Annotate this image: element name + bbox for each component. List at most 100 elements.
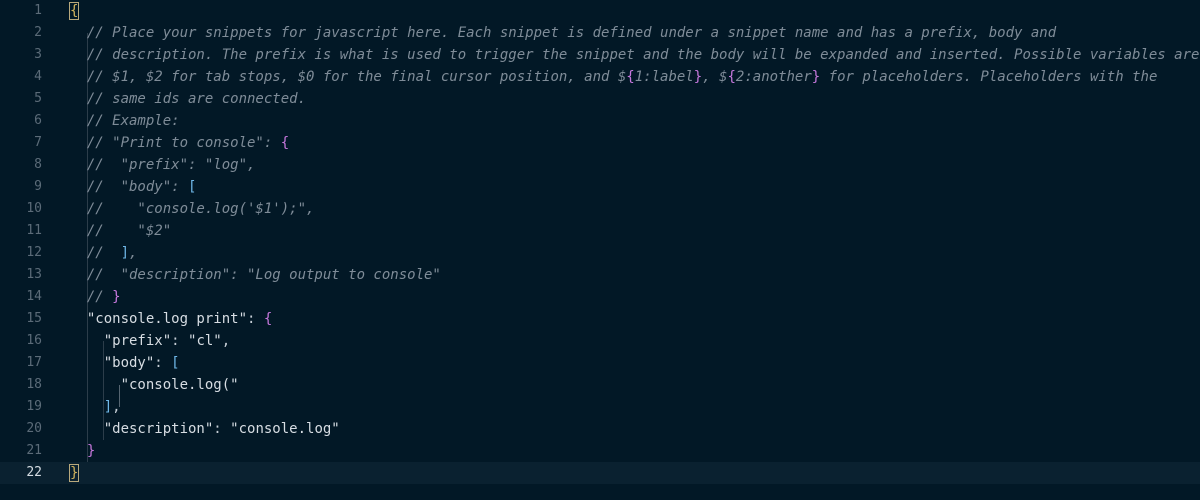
matched-bracket: } (68, 464, 80, 482)
code-token: // "prefix": "log", (86, 157, 256, 173)
code-line[interactable]: 21 } (0, 440, 1200, 462)
line-number: 21 (26, 443, 42, 458)
line-content[interactable]: // "console.log('$1');", (70, 198, 315, 220)
code-line[interactable]: 14 // } (0, 286, 1200, 308)
code-token: "console.log" (230, 421, 340, 437)
code-line[interactable]: 7 // "Print to console": { (0, 132, 1200, 154)
line-content[interactable]: // "$2" (70, 220, 171, 242)
line-content[interactable]: // "description": "Log output to console… (70, 264, 441, 286)
code-token: } (112, 289, 121, 305)
code-token: , (129, 245, 138, 261)
line-content[interactable]: // } (70, 286, 121, 308)
code-line[interactable]: 9 // "body": [ (0, 176, 1200, 198)
line-content[interactable]: // $1, $2 for tab stops, $0 for the fina… (70, 66, 1158, 88)
line-number: 7 (34, 135, 42, 150)
code-token: "console.log(" (120, 377, 239, 393)
line-number: 8 (34, 157, 42, 172)
line-number: 17 (26, 355, 42, 370)
line-number: 16 (26, 333, 42, 348)
line-number: 14 (26, 289, 42, 304)
line-number: 19 (26, 399, 42, 414)
line-content[interactable]: "description": "console.log" (70, 418, 340, 440)
line-content[interactable]: // ], (70, 242, 138, 264)
line-content[interactable]: // Place your snippets for javascript he… (70, 22, 1056, 44)
code-line[interactable]: 4 // $1, $2 for tab stops, $0 for the fi… (0, 66, 1200, 88)
line-content[interactable]: } (70, 440, 95, 462)
code-token: // description. The prefix is what is us… (86, 47, 1200, 63)
code-line[interactable]: 10 // "console.log('$1');", (0, 198, 1200, 220)
code-line[interactable]: 5 // same ids are connected. (0, 88, 1200, 110)
code-token: // "Print to console": (86, 135, 281, 151)
code-line[interactable]: 17 "body": [ (0, 352, 1200, 374)
code-token: : (213, 421, 231, 437)
line-content[interactable]: "console.log print": { (70, 308, 272, 330)
code-token: "body" (103, 355, 155, 371)
code-token: } (86, 443, 96, 459)
code-line[interactable]: 15 "console.log print": { (0, 308, 1200, 330)
code-token: // "body": (86, 179, 189, 195)
code-token: ] (120, 245, 130, 261)
line-number: 12 (26, 245, 42, 260)
code-token: // $1, $2 for tab stops, $0 for the fina… (86, 69, 627, 85)
line-number: 1 (34, 3, 42, 18)
line-content[interactable]: "body": [ (70, 352, 180, 374)
code-line[interactable]: 16 "prefix": "cl", (0, 330, 1200, 352)
line-number: 9 (34, 179, 42, 194)
line-content[interactable]: ], (70, 396, 121, 418)
code-line[interactable]: 12 // ], (0, 242, 1200, 264)
code-token: // Place your snippets for javascript he… (86, 25, 1057, 41)
code-line[interactable]: 19 ], (0, 396, 1200, 418)
code-token: : (171, 333, 189, 349)
code-token: [ (171, 355, 180, 371)
line-content[interactable]: // Example: (70, 110, 180, 132)
code-token: for placeholders. Placeholders with the (820, 69, 1158, 85)
code-line[interactable]: 13 // "description": "Log output to cons… (0, 264, 1200, 286)
code-line[interactable]: 1{ (0, 0, 1200, 22)
line-number: 13 (26, 267, 42, 282)
code-token: 1:label (634, 69, 694, 85)
code-token: // "console.log('$1');", (86, 201, 315, 217)
code-token: : (154, 355, 172, 371)
code-line[interactable]: 11 // "$2" (0, 220, 1200, 242)
code-token: // "$2" (86, 223, 172, 239)
line-content[interactable]: } (68, 462, 80, 484)
code-token: // Example: (86, 113, 180, 129)
line-number: 22 (26, 465, 42, 480)
code-line[interactable]: 22} (0, 462, 1200, 484)
code-token: // (86, 245, 121, 261)
code-line[interactable]: 3 // description. The prefix is what is … (0, 44, 1200, 66)
code-line[interactable]: 20 "description": "console.log" (0, 418, 1200, 440)
line-content[interactable]: "prefix": "cl", (70, 330, 230, 352)
code-line[interactable]: 2 // Place your snippets for javascript … (0, 22, 1200, 44)
line-content[interactable]: // same ids are connected. (70, 88, 306, 110)
code-line[interactable]: 8 // "prefix": "log", (0, 154, 1200, 176)
code-line[interactable]: 6 // Example: (0, 110, 1200, 132)
code-token: "console.log print" (86, 311, 248, 327)
line-content[interactable]: // "Print to console": { (70, 132, 289, 154)
line-number: 5 (34, 91, 42, 106)
line-content[interactable]: "console.log(" (70, 374, 239, 396)
line-content[interactable]: // "prefix": "log", (70, 154, 256, 176)
code-token: } (811, 69, 821, 85)
code-token: "description" (103, 421, 214, 437)
line-content[interactable]: { (68, 0, 80, 22)
code-editor[interactable]: 1{2 // Place your snippets for javascrip… (0, 0, 1200, 500)
line-content[interactable]: // description. The prefix is what is us… (70, 44, 1200, 66)
matched-bracket: { (68, 2, 80, 20)
code-line[interactable]: 18 "console.log(" (0, 374, 1200, 396)
line-content[interactable]: // "body": [ (70, 176, 197, 198)
code-token: : (247, 311, 264, 327)
code-token: // "description": "Log output to console… (86, 267, 441, 283)
line-number: 3 (34, 47, 42, 62)
